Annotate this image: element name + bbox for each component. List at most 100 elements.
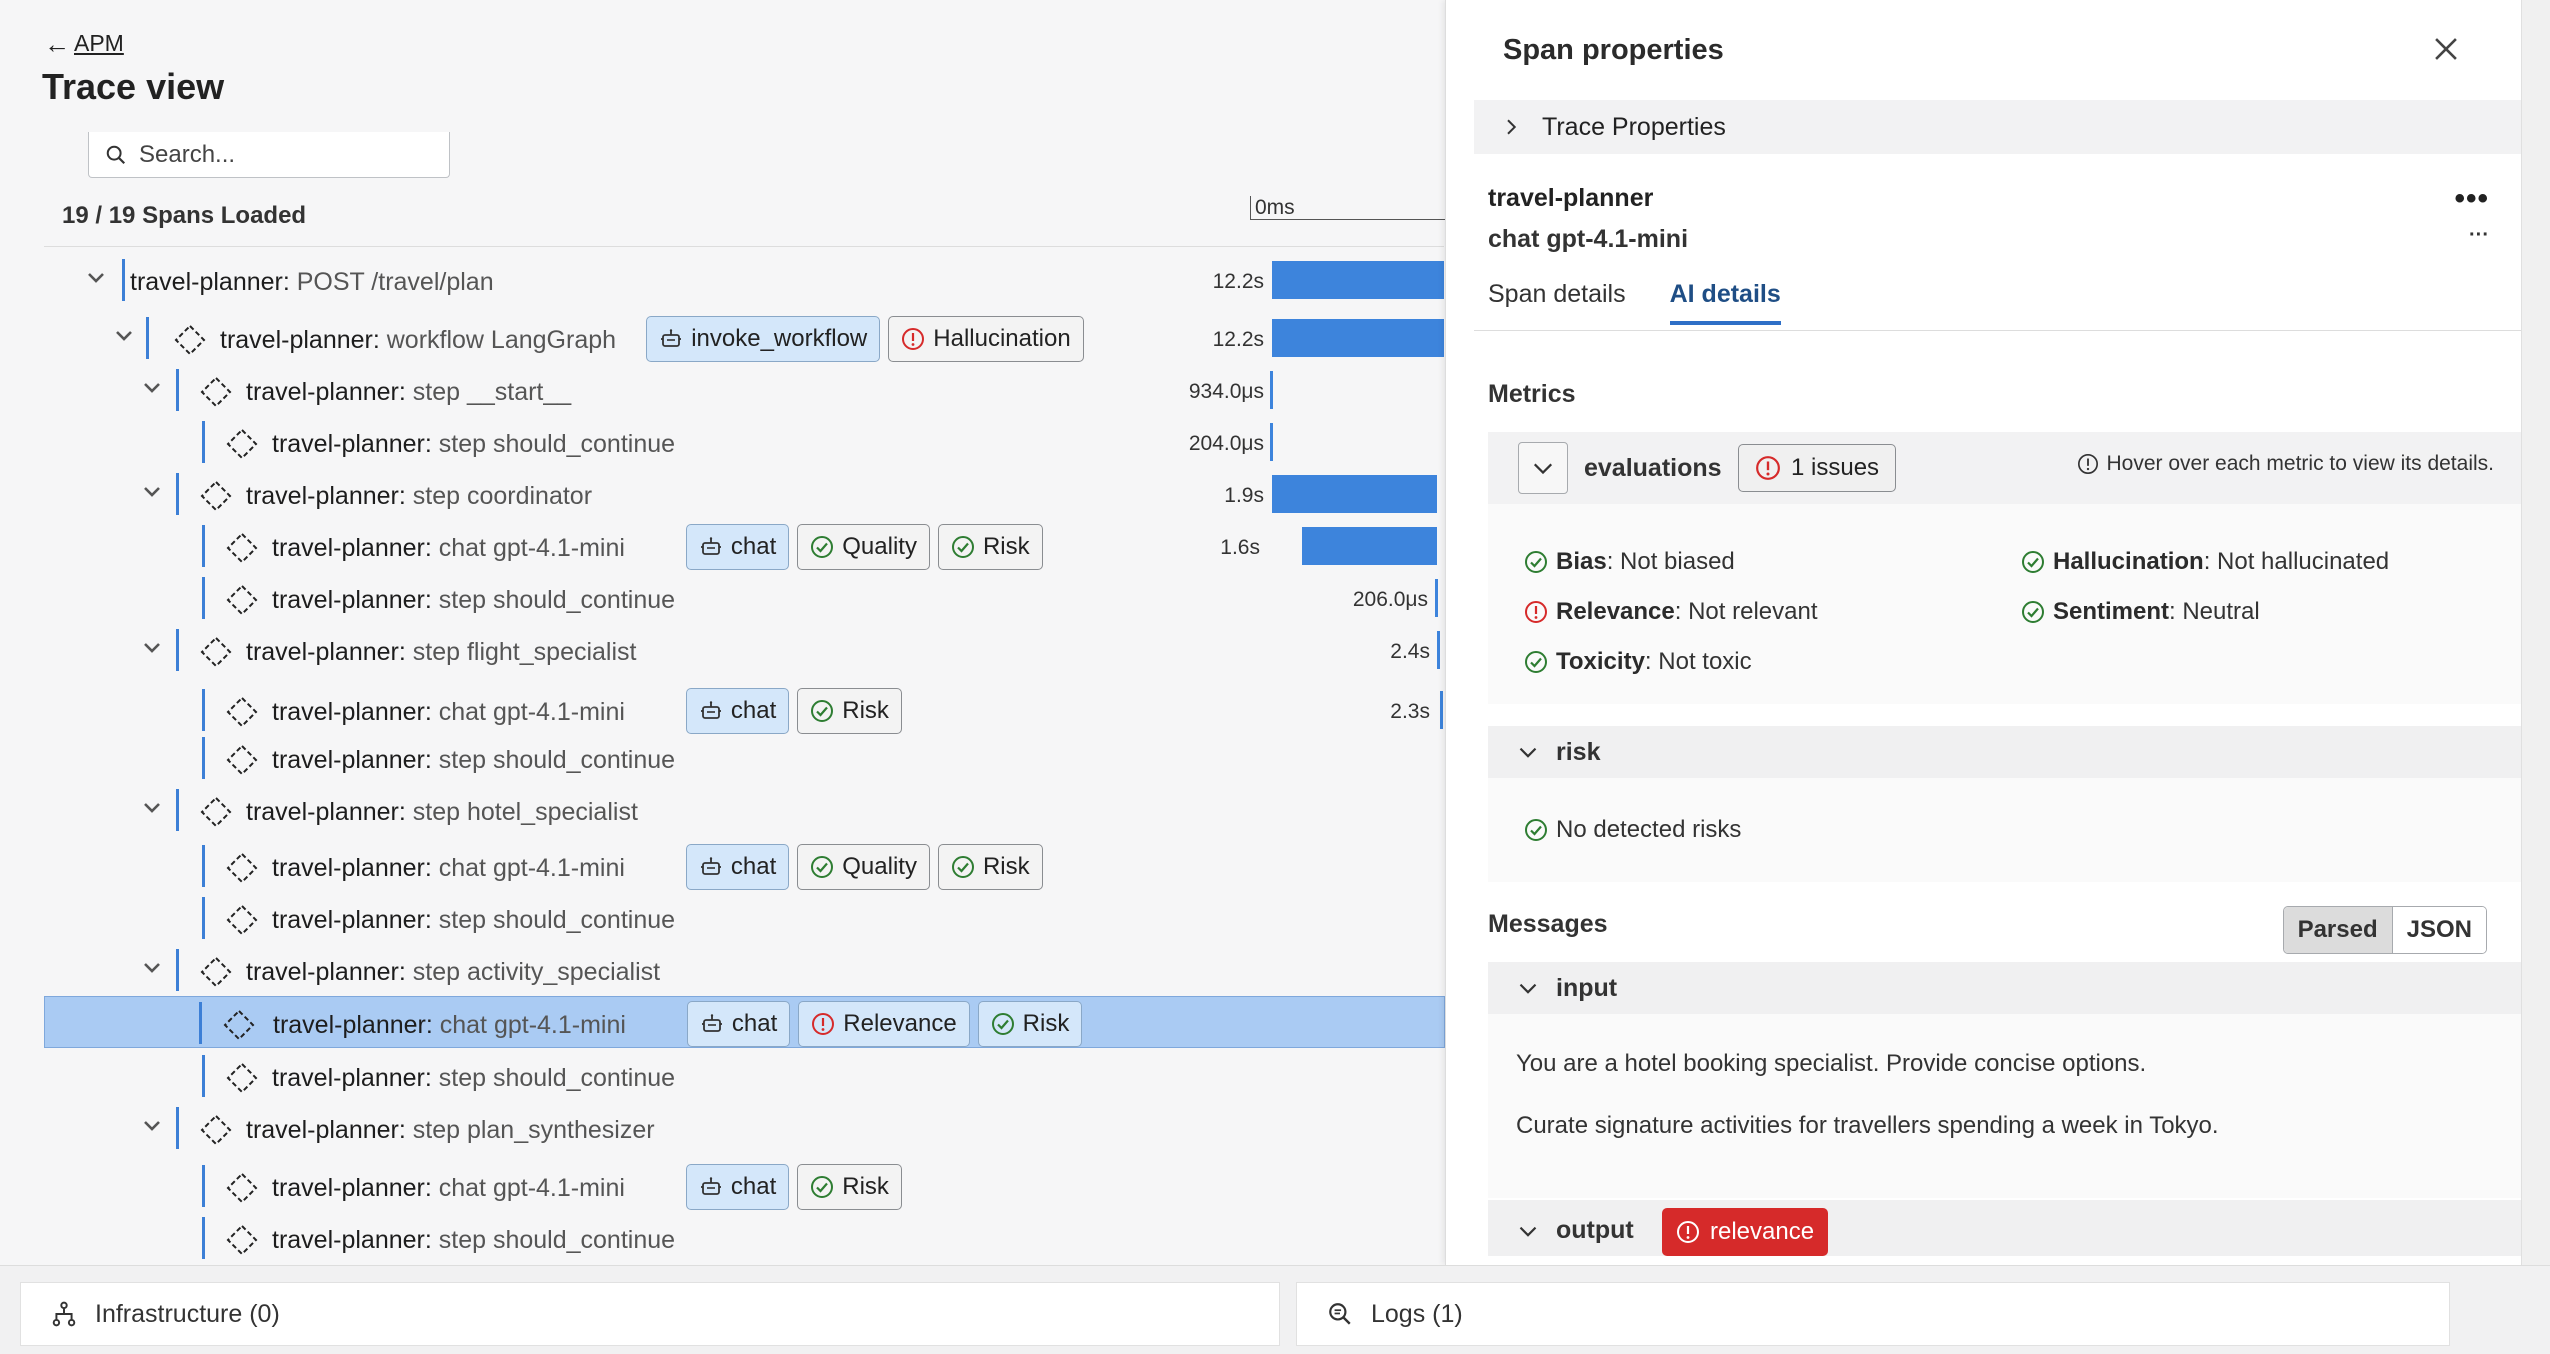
span-row[interactable]: travel-planner: step should_continue xyxy=(44,732,1445,784)
span-row[interactable]: travel-planner: step coordinator 1.9s xyxy=(44,468,1445,520)
input-header[interactable]: input xyxy=(1488,962,2521,1014)
chevron-down-icon[interactable] xyxy=(140,796,164,820)
tag-chat[interactable]: chat xyxy=(685,524,790,570)
metric-hallucination[interactable]: Hallucination : Not hallucinated xyxy=(2021,548,2389,576)
span-row[interactable]: travel-planner: step __start__ 934.0μs xyxy=(44,364,1445,416)
span-operation: step flight_specialist xyxy=(412,638,637,666)
panel-scrollbar[interactable] xyxy=(2521,0,2550,1265)
view-json-button[interactable]: JSON xyxy=(2392,907,2486,953)
check-circle-icon xyxy=(2021,600,2045,624)
span-row[interactable]: travel-planner: chat gpt-4.1-mini chat Qua… xyxy=(44,520,1445,572)
tab-ai-details[interactable]: AI details xyxy=(1669,280,1781,325)
span-depth-indicator xyxy=(202,525,205,567)
chevron-right-icon xyxy=(1507,119,1517,135)
chevron-down-icon[interactable] xyxy=(140,636,164,660)
span-row[interactable]: travel-planner: step should_continue xyxy=(44,892,1445,944)
span-timeline-bar[interactable] xyxy=(1437,631,1440,669)
tag-risk[interactable]: Risk xyxy=(937,524,1043,570)
span-row[interactable]: travel-planner: chat gpt-4.1-mini chat Rel… xyxy=(44,996,1445,1048)
tag-quality[interactable]: Quality xyxy=(797,524,930,570)
hover-hint: Hover over each metric to view its detai… xyxy=(2077,452,2494,476)
metric-bias[interactable]: Bias : Not biased xyxy=(1524,548,1735,576)
tag-label: Risk xyxy=(982,853,1030,880)
span-node-icon xyxy=(200,480,232,512)
tag-quality[interactable]: Quality xyxy=(797,844,930,890)
chevron-down-icon[interactable] xyxy=(84,266,108,290)
metric-toxicity[interactable]: Toxicity : Not toxic xyxy=(1524,648,1752,676)
span-row[interactable]: travel-planner: step should_continue xyxy=(44,1212,1445,1264)
span-tags: chat Risk xyxy=(685,688,902,734)
alert-circle-icon xyxy=(1677,1221,1699,1243)
tag-relevance[interactable]: Relevance xyxy=(798,1001,970,1047)
tag-risk[interactable]: Risk xyxy=(977,1001,1083,1047)
span-node-icon xyxy=(226,1062,258,1094)
output-header[interactable]: output xyxy=(1488,1200,2521,1256)
tag-risk[interactable]: Risk xyxy=(937,844,1043,890)
span-timeline-bar[interactable] xyxy=(1272,475,1437,513)
evaluations-toggle[interactable] xyxy=(1518,442,1568,494)
output-relevance-tag[interactable]: relevance xyxy=(1662,1208,1829,1256)
trace-properties-toggle[interactable]: Trace Properties xyxy=(1474,100,2521,154)
search-input[interactable] xyxy=(139,140,429,169)
tag-chat[interactable]: chat xyxy=(686,1001,791,1047)
span-timeline-bar[interactable] xyxy=(1272,319,1444,357)
span-timeline-bar[interactable] xyxy=(1440,691,1443,729)
tag-invoke-workflow[interactable]: invoke_workflow xyxy=(646,316,881,362)
tag-hallucination[interactable]: Hallucination xyxy=(888,316,1084,362)
span-row[interactable]: travel-planner: step should_continue 206.… xyxy=(44,572,1445,624)
chevron-down-icon[interactable] xyxy=(140,1114,164,1138)
span-row[interactable]: travel-planner: step activity_specialist xyxy=(44,944,1445,996)
span-node-icon xyxy=(226,852,258,884)
risk-header[interactable]: risk xyxy=(1488,726,2521,778)
chevron-down-icon[interactable] xyxy=(140,376,164,400)
span-row[interactable]: travel-planner: step hotel_specialist xyxy=(44,784,1445,836)
span-row[interactable]: travel-planner: step plan_synthesizer xyxy=(44,1102,1445,1154)
tag-risk[interactable]: Risk xyxy=(797,688,902,734)
span-timeline-bar[interactable] xyxy=(1435,579,1438,617)
tag-risk[interactable]: Risk xyxy=(797,1164,902,1210)
span-duration: 1.9s xyxy=(1224,484,1264,507)
tab-span-details[interactable]: Span details xyxy=(1488,280,1626,325)
span-row[interactable]: travel-planner: chat gpt-4.1-mini chat Ris… xyxy=(44,684,1445,736)
infrastructure-tab[interactable]: Infrastructure (0) xyxy=(20,1282,1280,1346)
tag-chat[interactable]: chat xyxy=(685,844,790,890)
chevron-down-icon[interactable] xyxy=(140,956,164,980)
span-label: travel-planner: step hotel_specialist xyxy=(246,798,638,827)
close-icon[interactable] xyxy=(2429,32,2463,66)
metric-sentiment[interactable]: Sentiment : Neutral xyxy=(2021,598,2260,626)
span-row[interactable]: travel-planner: chat gpt-4.1-mini chat Ris… xyxy=(44,1160,1445,1212)
span-timeline-bar[interactable] xyxy=(1270,423,1273,461)
span-row[interactable]: travel-planner: step should_continue 204.… xyxy=(44,416,1445,468)
span-row[interactable]: travel-planner: step flight_specialist 2.… xyxy=(44,624,1445,676)
issues-badge[interactable]: 1 issues xyxy=(1738,444,1897,492)
span-timeline-bar[interactable] xyxy=(1270,371,1273,409)
span-row[interactable]: travel-planner: chat gpt-4.1-mini chat Qua… xyxy=(44,840,1445,892)
chevron-down-icon xyxy=(1519,1226,1537,1237)
metric-relevance[interactable]: Relevance : Not relevant xyxy=(1524,598,1817,626)
span-depth-indicator xyxy=(202,421,205,463)
span-operation: step should_continue xyxy=(438,906,676,934)
span-row[interactable]: travel-planner: step should_continue xyxy=(44,1050,1445,1102)
more-options-small-icon[interactable]: ··· xyxy=(2469,224,2489,247)
span-row[interactable]: travel-planner: POST /travel/plan 12.2s xyxy=(44,254,1445,306)
span-timeline-bar[interactable] xyxy=(1272,261,1444,299)
span-node-icon xyxy=(226,904,258,936)
span-service: travel-planner: xyxy=(272,746,439,774)
chevron-down-icon[interactable] xyxy=(140,480,164,504)
span-row[interactable]: travel-planner: workflow LangGraph invoke… xyxy=(44,312,1445,364)
tag-chat[interactable]: chat xyxy=(685,1164,790,1210)
tag-chat[interactable]: chat xyxy=(685,688,790,734)
view-parsed-button[interactable]: Parsed xyxy=(2283,907,2393,953)
chevron-down-icon[interactable] xyxy=(112,324,136,348)
back-link-apm[interactable]: ← APM xyxy=(44,30,124,57)
chevron-down-icon xyxy=(1519,747,1537,758)
metric-name: Relevance xyxy=(1556,598,1675,625)
search-icon xyxy=(106,145,126,164)
span-timeline-bar[interactable] xyxy=(1302,527,1437,565)
input-message-card: input You are a hotel booking specialist… xyxy=(1488,962,2521,1198)
more-options-icon[interactable]: ••• xyxy=(2454,182,2489,216)
robot-icon xyxy=(699,535,723,559)
span-label: travel-planner: step should_continue xyxy=(272,906,675,935)
span-duration: 12.2s xyxy=(1212,328,1264,351)
logs-tab[interactable]: Logs (1) xyxy=(1296,1282,2450,1346)
